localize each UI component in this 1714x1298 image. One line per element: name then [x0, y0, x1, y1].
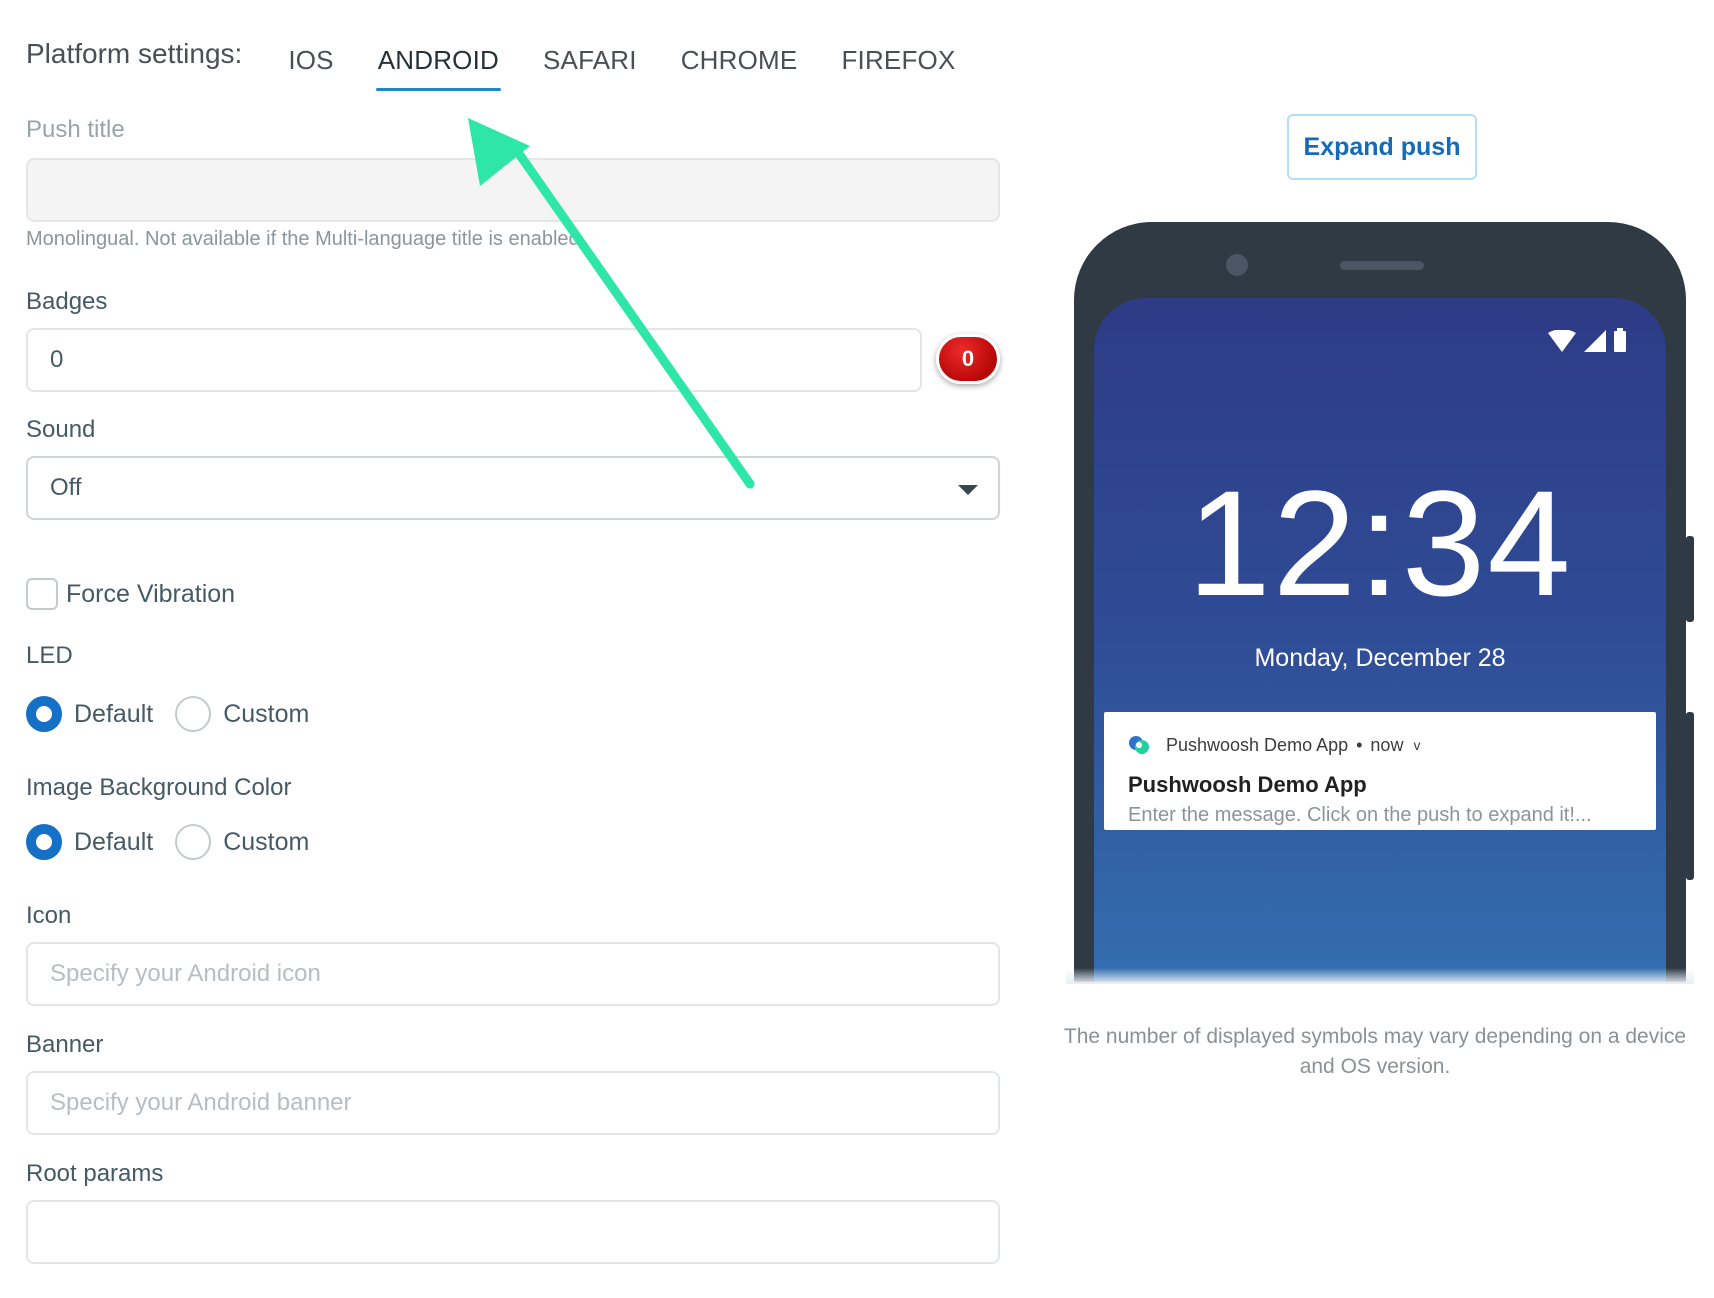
force-vibration-row[interactable]: Force Vibration — [26, 578, 235, 610]
tab-firefox[interactable]: FIREFOX — [841, 30, 955, 84]
led-custom-radio[interactable] — [175, 696, 212, 732]
push-title-label: Push title — [26, 116, 125, 143]
image-bg-label: Image Background Color — [26, 774, 292, 801]
notification-message: Enter the message. Click on the push to … — [1128, 804, 1592, 826]
platform-settings-label: Platform settings: — [26, 38, 243, 69]
badges-label: Badges — [26, 288, 108, 315]
sound-label: Sound — [26, 416, 96, 443]
tab-android[interactable]: ANDROID — [375, 30, 502, 91]
lock-screen: 12:34 Monday, December 28 Pushwoosh Demo… — [1094, 298, 1666, 982]
led-option-default[interactable]: Default — [26, 696, 153, 732]
tab-ios[interactable]: IOS — [288, 30, 333, 84]
notification-separator: • — [1356, 734, 1363, 755]
notification-header: Pushwoosh Demo App • now v — [1128, 734, 1632, 756]
notification-app-name: Pushwoosh Demo App — [1166, 734, 1349, 755]
led-default-radio[interactable] — [26, 696, 62, 732]
tab-chrome[interactable]: CHROME — [681, 30, 798, 84]
phone-preview: 12:34 Monday, December 28 Pushwoosh Demo… — [1074, 222, 1686, 982]
tab-safari[interactable]: SAFARI — [543, 30, 637, 84]
image-bg-radio-group: Default Custom — [26, 824, 331, 860]
image-bg-option-default[interactable]: Default — [26, 824, 153, 860]
app-logo-icon — [1129, 736, 1149, 754]
phone-side-button — [1686, 536, 1694, 622]
push-title-hint: Monolingual. Not available if the Multi-… — [26, 228, 586, 250]
status-bar — [1548, 328, 1626, 352]
signal-icon — [1584, 330, 1606, 352]
icon-label: Icon — [26, 902, 72, 929]
image-bg-default-radio[interactable] — [26, 824, 62, 860]
battery-icon — [1614, 328, 1626, 352]
notification-title: Pushwoosh Demo App — [1128, 772, 1367, 797]
lock-clock: 12:34 — [1187, 459, 1573, 627]
sound-select-value: Off — [50, 474, 82, 501]
image-bg-custom-label: Custom — [223, 827, 310, 856]
force-vibration-checkbox[interactable] — [26, 578, 58, 610]
push-notification[interactable]: Pushwoosh Demo App • now v Pushwoosh Dem… — [1104, 712, 1656, 830]
push-title-input — [26, 158, 1000, 222]
badges-input[interactable]: 0 — [26, 328, 922, 392]
root-params-label: Root params — [26, 1160, 164, 1187]
phone-side-button — [1686, 712, 1694, 880]
chevron-down-icon: v — [1413, 737, 1421, 753]
led-label: LED — [26, 642, 73, 669]
camera-icon — [1226, 254, 1248, 276]
badge-preview: 0 — [936, 334, 1000, 384]
sound-select[interactable]: Off — [26, 456, 1000, 520]
banner-input[interactable]: Specify your Android banner — [26, 1071, 1000, 1135]
force-vibration-label: Force Vibration — [66, 579, 236, 608]
led-custom-label: Custom — [223, 699, 310, 728]
wifi-icon — [1548, 330, 1576, 352]
phone-fade — [1066, 968, 1694, 984]
led-default-label: Default — [74, 699, 154, 728]
chevron-down-icon — [958, 485, 978, 495]
lock-date: Monday, December 28 — [1254, 644, 1506, 672]
root-params-input[interactable] — [26, 1200, 1000, 1264]
preview-note: The number of displayed symbols may vary… — [1063, 1025, 1687, 1078]
banner-label: Banner — [26, 1031, 104, 1058]
led-option-custom[interactable]: Custom — [175, 696, 309, 732]
expand-push-button[interactable]: Expand push — [1287, 114, 1477, 180]
image-bg-custom-radio[interactable] — [175, 824, 212, 860]
icon-input[interactable]: Specify your Android icon — [26, 942, 1000, 1006]
led-radio-group: Default Custom — [26, 696, 331, 732]
image-bg-default-label: Default — [74, 827, 154, 856]
speaker-grille — [1340, 261, 1424, 270]
notification-time: now — [1370, 734, 1404, 755]
image-bg-option-custom[interactable]: Custom — [175, 824, 309, 860]
platform-tabs: Platform settings: IOS ANDROID SAFARI CH… — [26, 30, 978, 91]
